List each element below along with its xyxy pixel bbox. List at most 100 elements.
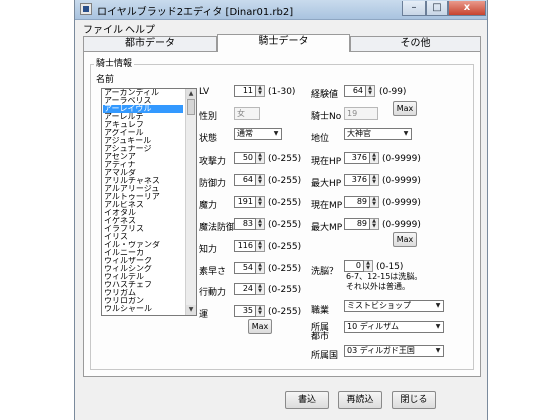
list-item[interactable]: イオタル xyxy=(103,209,183,217)
job-select[interactable]: ミストビショップ ▼ xyxy=(344,300,444,312)
tab-city-data[interactable]: 都市データ xyxy=(83,36,217,51)
list-item[interactable]: ウリロガン xyxy=(103,297,183,305)
current-hp-range: (0-9999) xyxy=(382,154,421,164)
list-item[interactable]: アディナ xyxy=(103,161,183,169)
editor-window: ロイヤルブラッド2エディタ [Dinar01.rb2] – □ x ファイル ヘ… xyxy=(74,0,488,420)
scroll-thumb[interactable] xyxy=(187,99,195,115)
current-mp-label: 現在MP xyxy=(311,201,343,211)
list-item[interactable]: ウィルシング xyxy=(103,265,183,273)
title-bar: ロイヤルブラッド2エディタ [Dinar01.rb2] – □ x xyxy=(75,0,487,20)
tab-knight-data[interactable]: 騎士データ xyxy=(217,34,350,52)
knight-no-field: 19 xyxy=(344,107,378,120)
current-mp-spinner: ▲ ▼ xyxy=(370,196,379,208)
magic-range: (0-255) xyxy=(268,198,302,208)
scroll-down-icon[interactable]: ▼ xyxy=(186,305,196,315)
close-button[interactable]: 閉じる xyxy=(392,391,436,409)
list-scrollbar[interactable]: ▲ ▼ xyxy=(185,89,196,315)
write-button[interactable]: 書込 xyxy=(285,391,329,409)
list-item[interactable]: イラブリス xyxy=(103,225,183,233)
exp-input[interactable]: 64 ▲ ▼ xyxy=(344,85,375,97)
list-item[interactable]: ウハスチェフ xyxy=(103,281,183,289)
luck-spinner: ▲ ▼ xyxy=(256,305,265,317)
lv-input[interactable]: 11 ▲ ▼ xyxy=(234,85,265,97)
app-icon xyxy=(80,3,92,15)
chevron-down-icon: ▼ xyxy=(435,347,441,354)
list-item[interactable]: アキュレフ xyxy=(103,121,183,129)
magic-spinner: ▲ ▼ xyxy=(256,196,265,208)
magic-defense-input[interactable]: 83 ▲ ▼ xyxy=(234,218,265,230)
chevron-down-icon: ▼ xyxy=(273,130,279,137)
list-item[interactable]: アーレルテ xyxy=(103,113,183,121)
max-hp-input[interactable]: 376 ▲ ▼ xyxy=(344,174,379,186)
brainwash-input[interactable]: 0 ▲ ▼ xyxy=(344,260,373,272)
chevron-down-icon: ▼ xyxy=(435,323,441,330)
close-window-button[interactable]: x xyxy=(448,1,486,16)
list-item[interactable]: アルトゥーリア xyxy=(103,193,183,201)
list-item[interactable]: アーレイヴル xyxy=(103,105,183,113)
max-hp-spinner: ▲ ▼ xyxy=(370,174,379,186)
state-select[interactable]: 通常 ▼ xyxy=(234,128,282,140)
name-label: 名前 xyxy=(96,75,115,85)
magic-input[interactable]: 191 ▲ ▼ xyxy=(234,196,265,208)
list-item[interactable]: イゲネス xyxy=(103,217,183,225)
max-mp-label: 最大MP xyxy=(311,223,343,233)
list-item[interactable]: アルビネス xyxy=(103,201,183,209)
chevron-down-icon: ▼ xyxy=(403,130,409,137)
maximize-button[interactable]: □ xyxy=(426,1,448,16)
list-item[interactable]: イルニーカ xyxy=(103,249,183,257)
defense-label: 防御力 xyxy=(199,179,227,189)
city-select[interactable]: 10 ディルザム ▼ xyxy=(344,321,444,333)
rank-select[interactable]: 大神官 ▼ xyxy=(344,128,412,140)
state-label: 状態 xyxy=(199,134,218,144)
list-item[interactable]: ウィルザーク xyxy=(103,257,183,265)
group-title: 騎士情報 xyxy=(94,56,135,69)
country-select[interactable]: 03 ディルガド王国 ▼ xyxy=(344,345,444,357)
list-item[interactable]: アグイール xyxy=(103,129,183,137)
luck-input[interactable]: 35 ▲ ▼ xyxy=(234,305,265,317)
name-list-items: アーカンディル アーラベリス アーレイヴル アーレルテ アキュレフ アグイール アジュキール… xyxy=(103,89,183,313)
max-hp-mp-button[interactable]: Max xyxy=(393,232,417,247)
magic-defense-spinner: ▲ ▼ xyxy=(256,218,265,230)
tab-strip: 都市データ 騎士データ その他 xyxy=(83,34,481,52)
reload-button[interactable]: 再読込 xyxy=(338,391,382,409)
current-mp-range: (0-9999) xyxy=(382,198,421,208)
minimize-button[interactable]: – xyxy=(402,1,426,16)
list-item[interactable]: ウィルデル xyxy=(103,273,183,281)
list-item[interactable]: イリス xyxy=(103,233,183,241)
current-hp-spinner: ▲ ▼ xyxy=(370,152,379,164)
scroll-up-icon[interactable]: ▲ xyxy=(186,89,196,99)
speed-input[interactable]: 54 ▲ ▼ xyxy=(234,262,265,274)
action-range: (0-255) xyxy=(268,285,302,295)
knight-no-label: 騎士No xyxy=(311,112,342,122)
tab-other[interactable]: その他 xyxy=(350,36,481,51)
list-item[interactable]: イル・ヴァンダ xyxy=(103,241,183,249)
current-mp-input[interactable]: 89 ▲ ▼ xyxy=(344,196,379,208)
brainwash-note-2: それ以外は普通。 xyxy=(346,282,410,291)
window-title: ロイヤルブラッド2エディタ [Dinar01.rb2] xyxy=(97,7,294,18)
max-stats-button[interactable]: Max xyxy=(248,319,272,334)
list-item[interactable]: アーラベリス xyxy=(103,97,183,105)
list-item[interactable]: アジュキール xyxy=(103,137,183,145)
list-item[interactable]: アセンア xyxy=(103,153,183,161)
defense-input[interactable]: 64 ▲ ▼ xyxy=(234,174,265,186)
max-mp-input[interactable]: 89 ▲ ▼ xyxy=(344,218,379,230)
list-item[interactable]: アシュナージ xyxy=(103,145,183,153)
knight-name-list[interactable]: アーカンディル アーラベリス アーレイヴル アーレルテ アキュレフ アグイール アジュキール… xyxy=(101,88,197,316)
action-input[interactable]: 24 ▲ ▼ xyxy=(234,283,265,295)
menu-bar: ファイル ヘルプ xyxy=(75,19,487,36)
attack-input[interactable]: 50 ▲ ▼ xyxy=(234,152,265,164)
current-hp-input[interactable]: 376 ▲ ▼ xyxy=(344,152,379,164)
list-item[interactable]: アルアリージュ xyxy=(103,185,183,193)
intelligence-input[interactable]: 116 ▲ ▼ xyxy=(234,240,265,252)
sex-label: 性別 xyxy=(199,112,218,122)
list-item[interactable]: ウルシャール xyxy=(103,305,183,313)
knight-data-panel: 騎士情報 名前 アーカンディル アーラベリス アーレイヴル アーレルテ アキュレフ アグイ… xyxy=(83,51,481,377)
list-item[interactable]: ウリガム xyxy=(103,289,183,297)
lv-label: LV xyxy=(199,87,210,97)
lv-spinner: ▲ ▼ xyxy=(256,85,265,97)
list-item[interactable]: アマルダ xyxy=(103,169,183,177)
max-exp-button[interactable]: Max xyxy=(393,101,417,116)
intelligence-range: (0-255) xyxy=(268,242,302,252)
list-item[interactable]: アーカンディル xyxy=(103,89,183,97)
list-item[interactable]: アリルチャネス xyxy=(103,177,183,185)
